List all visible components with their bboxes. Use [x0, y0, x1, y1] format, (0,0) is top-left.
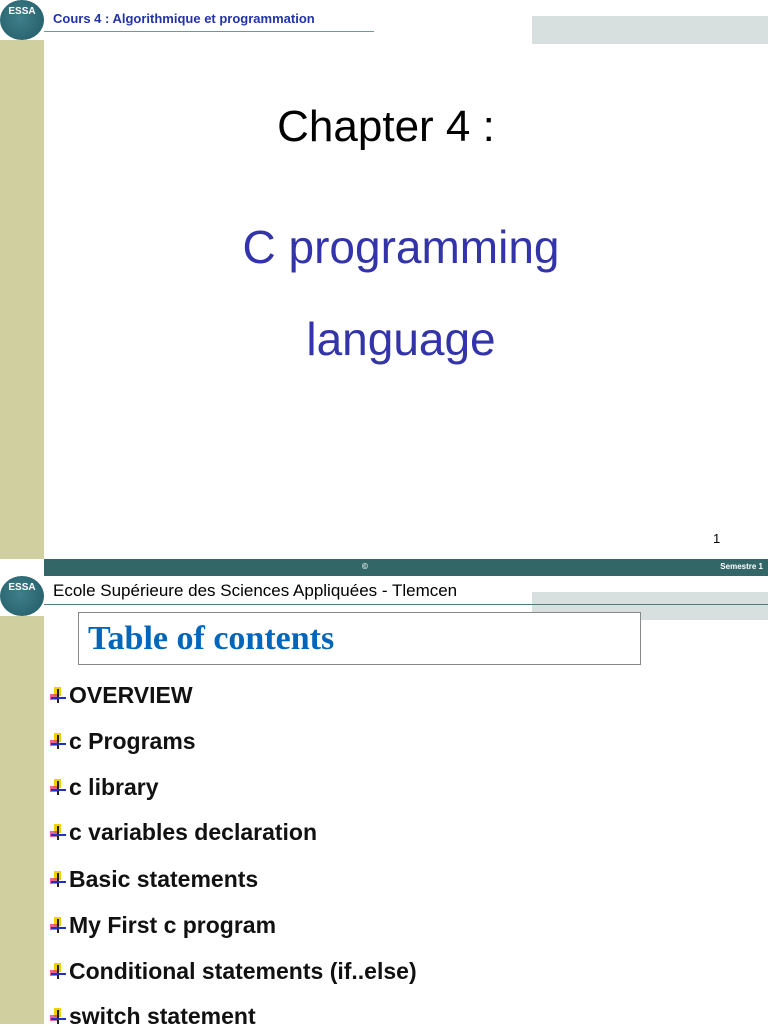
toc-item[interactable]: c library — [50, 774, 159, 801]
sidebar-decoration — [0, 616, 44, 1024]
school-header: Ecole Supérieure des Sciences Appliquées… — [53, 581, 458, 600]
essa-logo: ESSA — [0, 576, 44, 616]
toc-item[interactable]: Basic statements — [50, 866, 258, 893]
header-divider — [44, 604, 768, 605]
footer-copyright: © — [362, 562, 368, 571]
toc-title: Table of contents — [88, 620, 335, 657]
toc-item[interactable]: switch statement — [50, 1003, 256, 1030]
bullet-icon — [50, 779, 67, 796]
bullet-icon — [50, 1008, 67, 1025]
essa-logo: ESSA — [0, 0, 44, 40]
sidebar-decoration — [0, 40, 44, 559]
header-divider — [44, 31, 374, 32]
bullet-icon — [50, 871, 67, 888]
subtitle-line1: C programming — [242, 221, 560, 273]
bullet-icon — [50, 733, 67, 750]
toc-item[interactable]: My First c program — [50, 912, 276, 939]
bullet-icon — [50, 963, 67, 980]
course-header: Cours 4 : Algorithmique et programmation — [53, 11, 315, 26]
footer-bar: © Semestre 1 — [44, 559, 768, 576]
bullet-icon — [50, 917, 67, 934]
toc-item[interactable]: c Programs — [50, 728, 196, 755]
toc-title-box: Table of contents — [78, 612, 641, 665]
chapter-title: Chapter 4 : — [277, 102, 495, 151]
toc-item[interactable]: OVERVIEW — [50, 682, 193, 709]
toc-item[interactable]: Conditional statements (if..else) — [50, 958, 417, 985]
bullet-icon — [50, 687, 67, 704]
footer-semester: Semestre 1 — [720, 562, 763, 571]
bullet-icon — [50, 824, 67, 841]
header-decoration — [532, 16, 768, 44]
subtitle-line2: language — [306, 313, 496, 365]
page-number: 1 — [713, 531, 721, 546]
toc-item[interactable]: c variables declaration — [50, 819, 317, 846]
